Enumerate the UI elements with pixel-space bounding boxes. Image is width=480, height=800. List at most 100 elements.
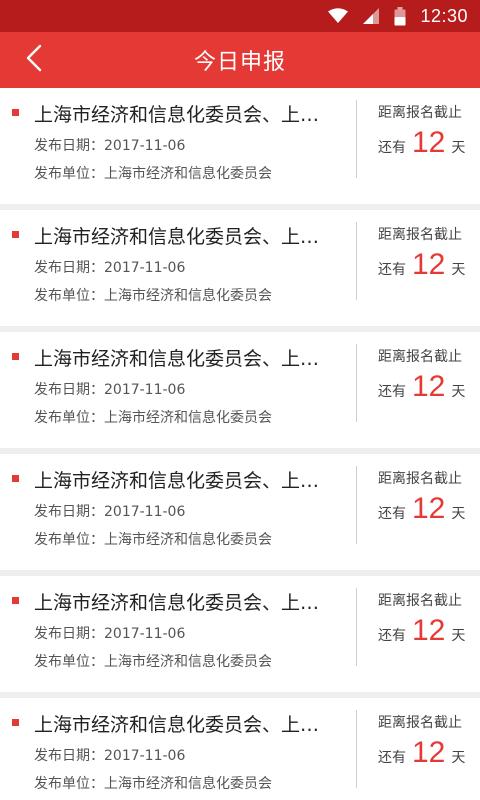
countdown: 还有 12 天	[378, 614, 480, 648]
publish-unit-label: 发布单位：	[34, 654, 104, 670]
vertical-divider	[356, 100, 357, 178]
publish-date: 发布日期：2017-11-06	[34, 259, 360, 278]
remaining-prefix: 还有	[378, 628, 406, 644]
list-item-info: 上海市经济和信息化委员会、上… 发布日期：2017-11-06 发布单位：上海市…	[0, 332, 360, 448]
publish-date-value: 2017-11-06	[104, 626, 186, 642]
battery-icon	[394, 6, 406, 26]
item-title: 上海市经济和信息化委员会、上…	[34, 226, 320, 248]
remaining-prefix: 还有	[378, 140, 406, 156]
bullet-marker	[12, 475, 19, 482]
deadline-label: 距离报名截止	[378, 715, 462, 731]
publish-date-label: 发布日期：	[34, 504, 104, 520]
publish-unit-value: 上海市经济和信息化委员会	[104, 166, 272, 182]
signal-icon	[362, 7, 380, 25]
publish-date-label: 发布日期：	[34, 260, 104, 276]
app-bar: 今日申报	[0, 32, 480, 88]
list-item[interactable]: 上海市经济和信息化委员会、上… 发布日期：2017-11-06 发布单位：上海市…	[0, 210, 480, 326]
page-title: 今日申报	[193, 50, 286, 75]
publish-unit: 发布单位：上海市经济和信息化委员会	[34, 653, 360, 672]
vertical-divider	[356, 222, 357, 300]
deadline-label: 距离报名截止	[378, 349, 462, 365]
list-item[interactable]: 上海市经济和信息化委员会、上… 发布日期：2017-11-06 发布单位：上海市…	[0, 88, 480, 204]
announcement-list: 上海市经济和信息化委员会、上… 发布日期：2017-11-06 发布单位：上海市…	[0, 88, 480, 800]
remaining-prefix: 还有	[378, 262, 406, 278]
bullet-marker	[12, 231, 19, 238]
publish-unit: 发布单位：上海市经济和信息化委员会	[34, 287, 360, 306]
list-item-info: 上海市经济和信息化委员会、上… 发布日期：2017-11-06 发布单位：上海市…	[0, 88, 360, 204]
publish-unit-label: 发布单位：	[34, 166, 104, 182]
publish-date: 发布日期：2017-11-06	[34, 137, 360, 156]
item-title: 上海市经济和信息化委员会、上…	[34, 592, 320, 614]
publish-date-label: 发布日期：	[34, 748, 104, 764]
deadline-info: 距离报名截止 还有 12 天	[360, 332, 480, 448]
remaining-suffix: 天	[451, 384, 466, 400]
deadline-info: 距离报名截止 还有 12 天	[360, 698, 480, 800]
wifi-icon	[328, 8, 349, 24]
item-title: 上海市经济和信息化委员会、上…	[34, 104, 320, 126]
status-time: 12:30	[420, 5, 468, 26]
deadline-label: 距离报名截止	[378, 105, 462, 121]
item-title: 上海市经济和信息化委员会、上…	[34, 348, 320, 370]
list-item[interactable]: 上海市经济和信息化委员会、上… 发布日期：2017-11-06 发布单位：上海市…	[0, 698, 480, 800]
remaining-suffix: 天	[451, 750, 466, 766]
publish-date-label: 发布日期：	[34, 138, 104, 154]
deadline-info: 距离报名截止 还有 12 天	[360, 576, 480, 692]
vertical-divider	[356, 466, 357, 544]
deadline-label: 距离报名截止	[378, 471, 462, 487]
publish-unit-value: 上海市经济和信息化委员会	[104, 410, 272, 426]
list-item[interactable]: 上海市经济和信息化委员会、上… 发布日期：2017-11-06 发布单位：上海市…	[0, 576, 480, 692]
remaining-suffix: 天	[451, 262, 466, 278]
publish-unit-label: 发布单位：	[34, 532, 104, 548]
publish-unit-value: 上海市经济和信息化委员会	[104, 776, 272, 792]
remaining-prefix: 还有	[378, 384, 406, 400]
bullet-marker	[12, 719, 19, 726]
publish-date-value: 2017-11-06	[104, 504, 186, 520]
publish-date-label: 发布日期：	[34, 626, 104, 642]
bullet-marker	[12, 353, 19, 360]
publish-date: 发布日期：2017-11-06	[34, 381, 360, 400]
remaining-days: 12	[412, 492, 446, 525]
deadline-label: 距离报名截止	[378, 227, 462, 243]
back-button[interactable]	[14, 32, 54, 88]
chevron-left-icon	[26, 44, 42, 76]
publish-unit-label: 发布单位：	[34, 410, 104, 426]
remaining-suffix: 天	[451, 506, 466, 522]
list-item-info: 上海市经济和信息化委员会、上… 发布日期：2017-11-06 发布单位：上海市…	[0, 454, 360, 570]
publish-unit-value: 上海市经济和信息化委员会	[104, 532, 272, 548]
deadline-info: 距离报名截止 还有 12 天	[360, 454, 480, 570]
list-item-info: 上海市经济和信息化委员会、上… 发布日期：2017-11-06 发布单位：上海市…	[0, 576, 360, 692]
list-item[interactable]: 上海市经济和信息化委员会、上… 发布日期：2017-11-06 发布单位：上海市…	[0, 332, 480, 448]
publish-unit: 发布单位：上海市经济和信息化委员会	[34, 775, 360, 794]
deadline-label: 距离报名截止	[378, 593, 462, 609]
countdown: 还有 12 天	[378, 370, 480, 404]
publish-date: 发布日期：2017-11-06	[34, 747, 360, 766]
publish-unit-label: 发布单位：	[34, 776, 104, 792]
publish-date-value: 2017-11-06	[104, 138, 186, 154]
vertical-divider	[356, 344, 357, 422]
publish-date-value: 2017-11-06	[104, 260, 186, 276]
remaining-days: 12	[412, 736, 446, 769]
remaining-days: 12	[412, 126, 446, 159]
publish-unit: 发布单位：上海市经济和信息化委员会	[34, 165, 360, 184]
publish-date-label: 发布日期：	[34, 382, 104, 398]
publish-date-value: 2017-11-06	[104, 748, 186, 764]
deadline-info: 距离报名截止 还有 12 天	[360, 210, 480, 326]
remaining-prefix: 还有	[378, 750, 406, 766]
remaining-suffix: 天	[451, 628, 466, 644]
publish-date: 发布日期：2017-11-06	[34, 503, 360, 522]
publish-unit-label: 发布单位：	[34, 288, 104, 304]
list-item-info: 上海市经济和信息化委员会、上… 发布日期：2017-11-06 发布单位：上海市…	[0, 210, 360, 326]
status-bar: 12:30	[0, 0, 480, 32]
publish-unit-value: 上海市经济和信息化委员会	[104, 654, 272, 670]
remaining-days: 12	[412, 370, 446, 403]
countdown: 还有 12 天	[378, 248, 480, 282]
remaining-prefix: 还有	[378, 506, 406, 522]
publish-date-value: 2017-11-06	[104, 382, 186, 398]
remaining-days: 12	[412, 248, 446, 281]
publish-unit: 发布单位：上海市经济和信息化委员会	[34, 409, 360, 428]
publish-unit: 发布单位：上海市经济和信息化委员会	[34, 531, 360, 550]
vertical-divider	[356, 710, 357, 788]
countdown: 还有 12 天	[378, 492, 480, 526]
list-item[interactable]: 上海市经济和信息化委员会、上… 发布日期：2017-11-06 发布单位：上海市…	[0, 454, 480, 570]
publish-date: 发布日期：2017-11-06	[34, 625, 360, 644]
